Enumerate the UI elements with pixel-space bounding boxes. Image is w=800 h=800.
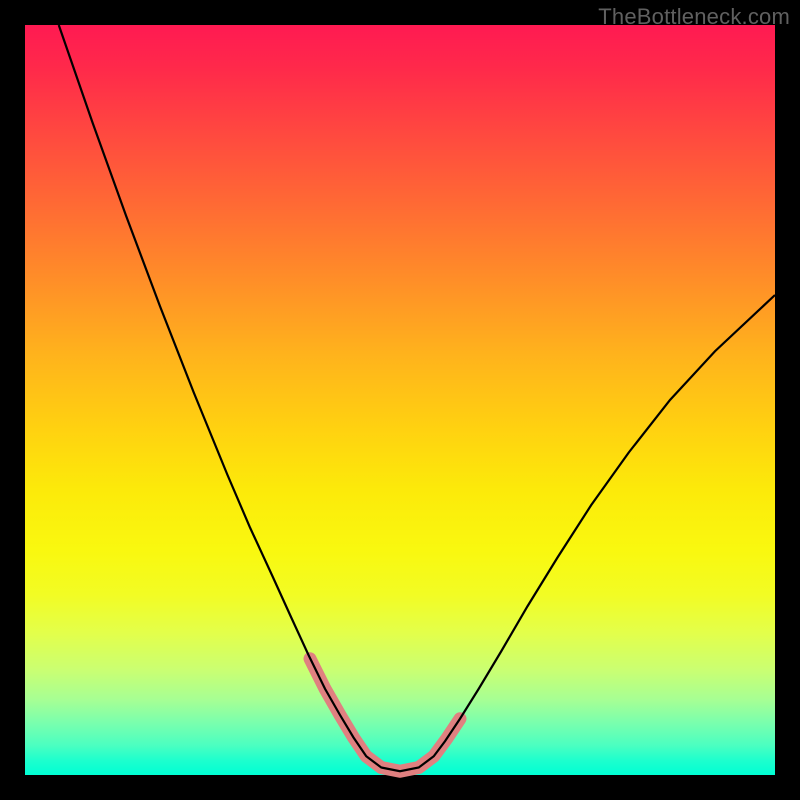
bottleneck-curve-line bbox=[59, 25, 775, 771]
curve-svg bbox=[25, 25, 775, 775]
watermark-text: TheBottleneck.com bbox=[598, 4, 790, 30]
valley-highlight-line bbox=[310, 659, 460, 772]
chart-frame: TheBottleneck.com bbox=[0, 0, 800, 800]
plot-area bbox=[25, 25, 775, 775]
